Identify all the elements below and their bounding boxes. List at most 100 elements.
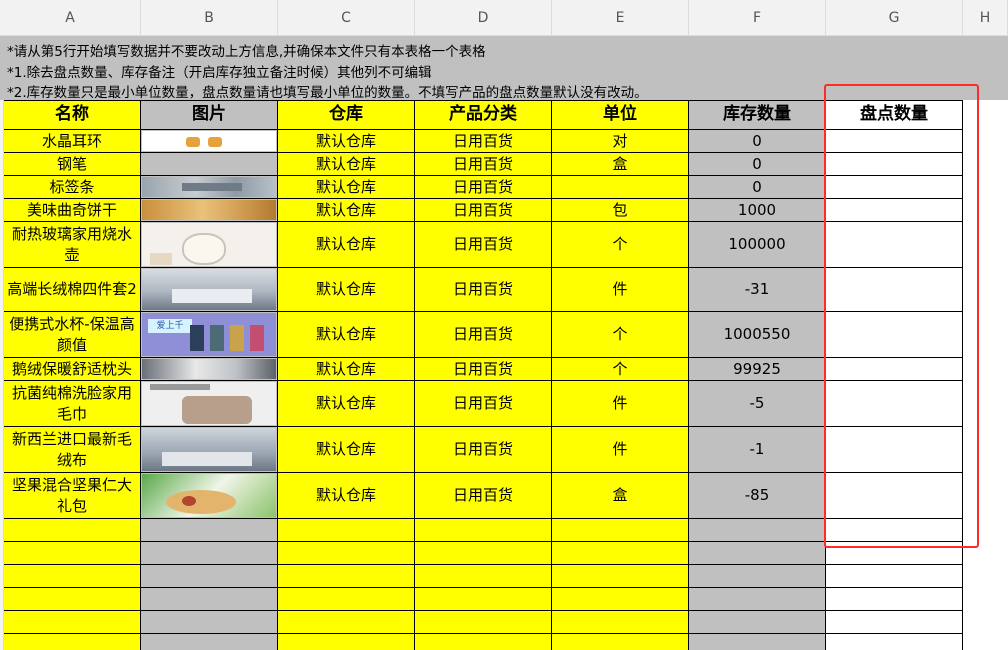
category-cell[interactable]: 日用百货 [415,199,552,222]
warehouse-cell[interactable]: 默认仓库 [278,222,415,268]
empty-cell[interactable] [278,634,415,650]
warehouse-cell[interactable]: 默认仓库 [278,268,415,312]
category-cell[interactable]: 日用百货 [415,222,552,268]
product-name-cell[interactable]: 美味曲奇饼干 [4,199,141,222]
stock-quantity-cell[interactable]: 1000 [689,199,826,222]
empty-cell[interactable] [415,519,552,542]
product-image-cell[interactable] [141,358,278,381]
stock-quantity-cell[interactable]: 0 [689,176,826,199]
stock-quantity-cell[interactable]: 0 [689,153,826,176]
empty-cell[interactable] [689,542,826,565]
column-header-h[interactable]: H [963,0,1008,36]
empty-cell[interactable] [4,542,141,565]
empty-cell[interactable] [278,588,415,611]
empty-cell[interactable] [552,565,689,588]
empty-cell[interactable] [552,611,689,634]
stock-quantity-cell[interactable]: -5 [689,381,826,427]
empty-cell[interactable] [415,542,552,565]
category-cell[interactable]: 日用百货 [415,176,552,199]
empty-cell[interactable] [689,565,826,588]
product-image-cell[interactable] [141,268,278,312]
stock-quantity-cell[interactable]: 99925 [689,358,826,381]
header-warehouse[interactable]: 仓库 [278,100,415,130]
empty-cell[interactable] [4,519,141,542]
unit-cell[interactable] [552,176,689,199]
category-cell[interactable]: 日用百货 [415,268,552,312]
column-header-f[interactable]: F [689,0,826,36]
empty-cell[interactable] [141,519,278,542]
product-name-cell[interactable]: 新西兰进口最新毛绒布 [4,427,141,473]
unit-cell[interactable]: 件 [552,381,689,427]
empty-cell[interactable] [278,519,415,542]
empty-cell[interactable] [278,611,415,634]
product-image-cell[interactable] [141,427,278,473]
column-header-e[interactable]: E [552,0,689,36]
empty-cell[interactable] [826,588,963,611]
header-name[interactable]: 名称 [4,100,141,130]
stock-quantity-cell[interactable]: 1000550 [689,312,826,358]
unit-cell[interactable]: 盒 [552,153,689,176]
unit-cell[interactable]: 对 [552,130,689,153]
stock-quantity-cell[interactable]: 0 [689,130,826,153]
unit-cell[interactable]: 个 [552,358,689,381]
product-image-cell[interactable]: 爱上千 [141,312,278,358]
warehouse-cell[interactable]: 默认仓库 [278,199,415,222]
category-cell[interactable]: 日用百货 [415,312,552,358]
empty-cell[interactable] [415,611,552,634]
header-category[interactable]: 产品分类 [415,100,552,130]
column-header-a[interactable]: A [0,0,141,36]
empty-cell[interactable] [4,634,141,650]
stock-quantity-cell[interactable]: -1 [689,427,826,473]
header-unit[interactable]: 单位 [552,100,689,130]
empty-cell[interactable] [415,588,552,611]
product-name-cell[interactable]: 便携式水杯-保温高颜值 [4,312,141,358]
warehouse-cell[interactable]: 默认仓库 [278,130,415,153]
product-image-cell[interactable] [141,381,278,427]
product-name-cell[interactable]: 钢笔 [4,153,141,176]
empty-cell[interactable] [552,542,689,565]
empty-cell[interactable] [278,565,415,588]
warehouse-cell[interactable]: 默认仓库 [278,358,415,381]
product-image-cell[interactable] [141,199,278,222]
empty-cell[interactable] [552,634,689,650]
product-name-cell[interactable]: 标签条 [4,176,141,199]
product-image-cell[interactable] [141,130,278,153]
column-header-d[interactable]: D [415,0,552,36]
empty-cell[interactable] [689,519,826,542]
unit-cell[interactable]: 个 [552,222,689,268]
unit-cell[interactable]: 件 [552,427,689,473]
product-name-cell[interactable]: 耐热玻璃家用烧水壶 [4,222,141,268]
empty-cell[interactable] [689,588,826,611]
stock-quantity-cell[interactable]: 100000 [689,222,826,268]
column-header-g[interactable]: G [826,0,963,36]
empty-cell[interactable] [415,634,552,650]
unit-cell[interactable]: 包 [552,199,689,222]
unit-cell[interactable]: 个 [552,312,689,358]
empty-cell[interactable] [141,542,278,565]
product-image-cell[interactable] [141,473,278,519]
empty-cell[interactable] [278,542,415,565]
product-name-cell[interactable]: 水晶耳环 [4,130,141,153]
column-header-c[interactable]: C [278,0,415,36]
empty-cell[interactable] [552,588,689,611]
product-image-cell[interactable] [141,222,278,268]
warehouse-cell[interactable]: 默认仓库 [278,153,415,176]
product-name-cell[interactable]: 坚果混合坚果仁大礼包 [4,473,141,519]
stock-quantity-cell[interactable]: -31 [689,268,826,312]
category-cell[interactable]: 日用百货 [415,358,552,381]
category-cell[interactable]: 日用百货 [415,473,552,519]
unit-cell[interactable]: 件 [552,268,689,312]
product-image-cell[interactable] [141,153,278,176]
warehouse-cell[interactable]: 默认仓库 [278,473,415,519]
category-cell[interactable]: 日用百货 [415,153,552,176]
product-name-cell[interactable]: 高端长绒棉四件套2 [4,268,141,312]
empty-cell[interactable] [552,519,689,542]
empty-cell[interactable] [826,565,963,588]
empty-cell[interactable] [826,634,963,650]
column-header-b[interactable]: B [141,0,278,36]
empty-cell[interactable] [415,565,552,588]
category-cell[interactable]: 日用百货 [415,427,552,473]
warehouse-cell[interactable]: 默认仓库 [278,312,415,358]
empty-cell[interactable] [689,611,826,634]
product-name-cell[interactable]: 鹅绒保暖舒适枕头 [4,358,141,381]
